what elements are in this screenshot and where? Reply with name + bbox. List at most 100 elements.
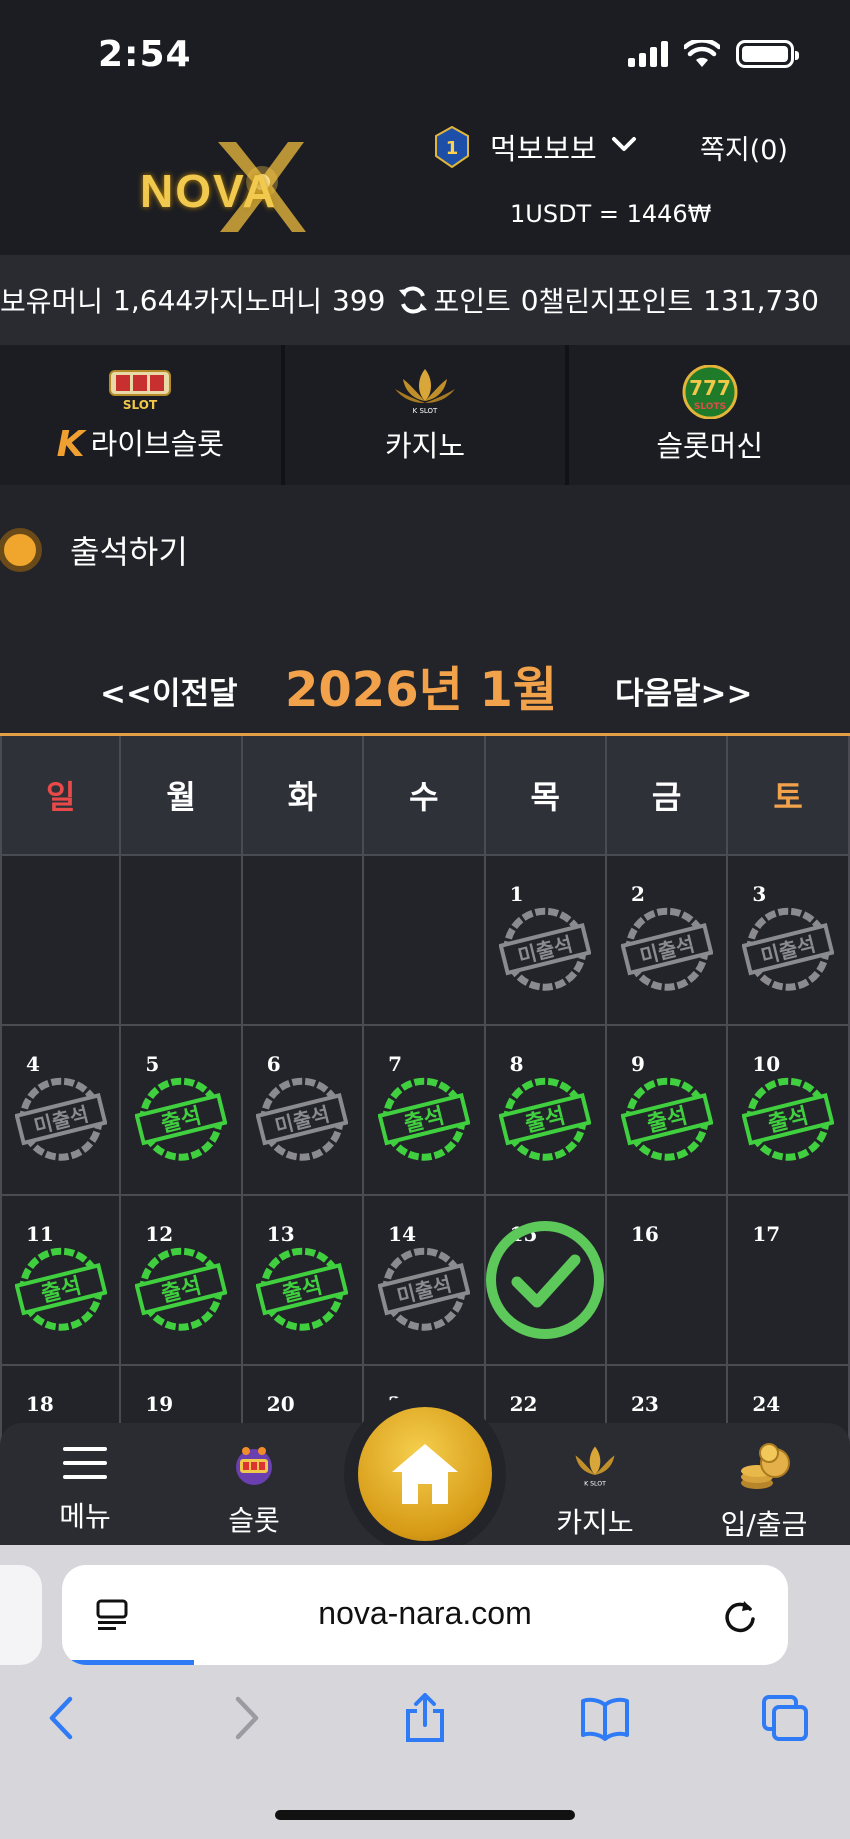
present-stamp-icon: 출석: [14, 1247, 107, 1331]
attendance-title: 출석하기: [0, 527, 188, 573]
calendar-day-cell[interactable]: 1 미출석: [485, 856, 607, 1026]
present-stamp-icon: 출석: [620, 1077, 713, 1161]
bottom-nav: 메뉴 슬롯 K SLOT 카지노 입/출금: [0, 1393, 850, 1555]
attendance-section: 출석하기 <<이전달 2026년 1월 다음달>> 일월화수목금토 1 미출석 2 미…: [0, 485, 850, 1545]
calendar-day-cell[interactable]: 8 출석: [485, 1026, 607, 1196]
cellular-signal-icon: [628, 41, 668, 67]
tab-slot-machine[interactable]: 777 SLOTS 슬롯머신: [569, 345, 850, 485]
bookmarks-icon[interactable]: [580, 1693, 630, 1743]
day-number: 16: [630, 1222, 659, 1246]
refresh-icon[interactable]: [397, 284, 429, 316]
nova-logo[interactable]: NOVA: [140, 136, 320, 236]
calendar-day-cell[interactable]: 15: [485, 1196, 607, 1366]
home-button-ring: [344, 1393, 506, 1555]
calendar-day-cell: [0, 856, 122, 1026]
nav-slot-label: 슬롯: [228, 1504, 280, 1537]
calendar-day-cell: [242, 856, 365, 1026]
challenge-point-value: 131,730: [703, 283, 819, 317]
site-header: NOVA 1 먹보보보 쪽지(0) 1USDT = 1446₩: [0, 110, 850, 255]
messages-link[interactable]: 쪽지(0): [700, 128, 788, 167]
calendar-day-cell[interactable]: 4 미출석: [0, 1026, 122, 1196]
challenge-point-label: 챌린지포인트: [538, 285, 694, 318]
weekday-2: 화: [242, 736, 365, 856]
calendar-day-cell[interactable]: 11 출석: [0, 1196, 122, 1366]
username[interactable]: 먹보보보: [490, 126, 597, 168]
exchange-rate: 1USDT = 1446₩: [510, 200, 712, 228]
day-number: 19: [145, 1392, 174, 1416]
nav-deposit-withdraw[interactable]: 입/출금: [694, 1443, 834, 1543]
calendar-day-cell[interactable]: 13 출석: [242, 1196, 365, 1366]
calendar-day-cell[interactable]: 10 출석: [728, 1026, 850, 1196]
calendar-day-cell[interactable]: 16: [606, 1196, 729, 1366]
address-bar[interactable]: nova-nara.com: [62, 1565, 788, 1665]
nav-casino[interactable]: K SLOT 카지노: [525, 1443, 665, 1541]
reload-icon[interactable]: [720, 1595, 760, 1635]
calendar-day-cell[interactable]: 6 미출석: [242, 1026, 365, 1196]
back-icon[interactable]: [38, 1693, 88, 1743]
svg-text:K SLOT: K SLOT: [584, 1480, 606, 1487]
calendar-week: 1 미출석 2 미출석 3 미출석: [0, 856, 850, 1026]
calendar-day-cell[interactable]: 5 출석: [121, 1026, 243, 1196]
nav-casino-label: 카지노: [556, 1506, 634, 1539]
current-month: 2026년 1월: [285, 662, 558, 718]
calendar-day-cell[interactable]: 9 출석: [606, 1026, 729, 1196]
absent-stamp-icon: 미출석: [742, 907, 835, 991]
k-slot-lotus-icon: K SLOT: [575, 1446, 615, 1487]
status-bar: 2:54: [0, 0, 850, 110]
chevron-down-icon[interactable]: [610, 130, 638, 158]
tab-casino[interactable]: K SLOT 카지노: [284, 345, 566, 485]
wifi-icon: [684, 40, 720, 67]
weekday-6: 토: [728, 736, 850, 856]
svg-text:777: 777: [689, 376, 731, 400]
777-slots-icon: 777 SLOTS: [682, 365, 738, 419]
prev-month-button[interactable]: <<이전달: [100, 668, 238, 713]
absent-stamp-icon: 미출석: [377, 1247, 470, 1331]
present-stamp-icon: 출석: [742, 1077, 835, 1161]
balance-strip: 보유머니 1,644 카지노머니 399 포인트 0 챌린지포인트 131,73…: [0, 255, 850, 345]
calendar-week: 4 미출석 5 출석 6 미출석 7 출석 8 출석 9 출석 10 출석: [0, 1026, 850, 1196]
tab-live-slot[interactable]: SLOT K 라이브슬롯: [0, 345, 281, 485]
absent-stamp-icon: 미출석: [499, 907, 592, 991]
day-number: 22: [509, 1392, 538, 1416]
absent-stamp-icon: 미출석: [620, 907, 713, 991]
holding-money-label: 보유머니: [0, 285, 104, 318]
tabs-icon[interactable]: [760, 1693, 810, 1743]
k-slot-lotus-icon: K SLOT: [395, 369, 455, 415]
bullet-dot-icon: [0, 528, 42, 572]
day-number: 18: [26, 1392, 54, 1416]
nav-slot[interactable]: 슬롯: [184, 1443, 324, 1539]
checkmark-circle-icon: [486, 1221, 605, 1339]
tab-slot-machine-label: 슬롯머신: [656, 429, 764, 463]
nav-menu[interactable]: 메뉴: [15, 1443, 155, 1535]
calendar-day-cell[interactable]: 3 미출석: [728, 856, 850, 1026]
present-stamp-icon: 출석: [499, 1077, 592, 1161]
game-category-tabs: SLOT K 라이브슬롯 K SLOT 카지노 777 SLOTS 슬롯머신: [0, 345, 850, 485]
previous-tab-edge[interactable]: [0, 1565, 42, 1665]
k-brand-icon: K: [56, 424, 85, 465]
logo-text: NOVA: [140, 165, 278, 217]
next-month-button[interactable]: 다음달>>: [615, 668, 753, 713]
nav-menu-label: 메뉴: [59, 1500, 111, 1533]
holding-money-value: 1,644: [113, 283, 194, 317]
svg-text:SLOT: SLOT: [123, 398, 158, 412]
point-label: 포인트: [433, 285, 511, 318]
calendar-day-cell: [364, 856, 486, 1026]
forward-icon[interactable]: [220, 1693, 270, 1743]
weekday-3: 수: [364, 736, 486, 856]
absent-stamp-icon: 미출석: [256, 1077, 349, 1161]
home-button[interactable]: [358, 1407, 492, 1541]
svg-text:1: 1: [446, 138, 459, 159]
present-stamp-icon: 출석: [135, 1077, 228, 1161]
home-icon: [392, 1444, 458, 1504]
calendar-day-cell[interactable]: 12 출석: [121, 1196, 243, 1366]
calendar-day-cell[interactable]: 7 출석: [364, 1026, 486, 1196]
share-icon[interactable]: [400, 1693, 450, 1743]
tab-casino-label: 카지노: [384, 429, 466, 463]
present-stamp-icon: 출석: [135, 1247, 228, 1331]
nav-deposit-withdraw-label: 입/출금: [720, 1508, 808, 1541]
hamburger-menu-icon: [63, 1447, 107, 1479]
calendar-day-cell[interactable]: 17: [728, 1196, 850, 1366]
calendar-day-cell[interactable]: 14 미출석: [364, 1196, 486, 1366]
month-navigation: <<이전달 2026년 1월 다음달>>: [0, 650, 850, 720]
calendar-day-cell[interactable]: 2 미출석: [606, 856, 729, 1026]
